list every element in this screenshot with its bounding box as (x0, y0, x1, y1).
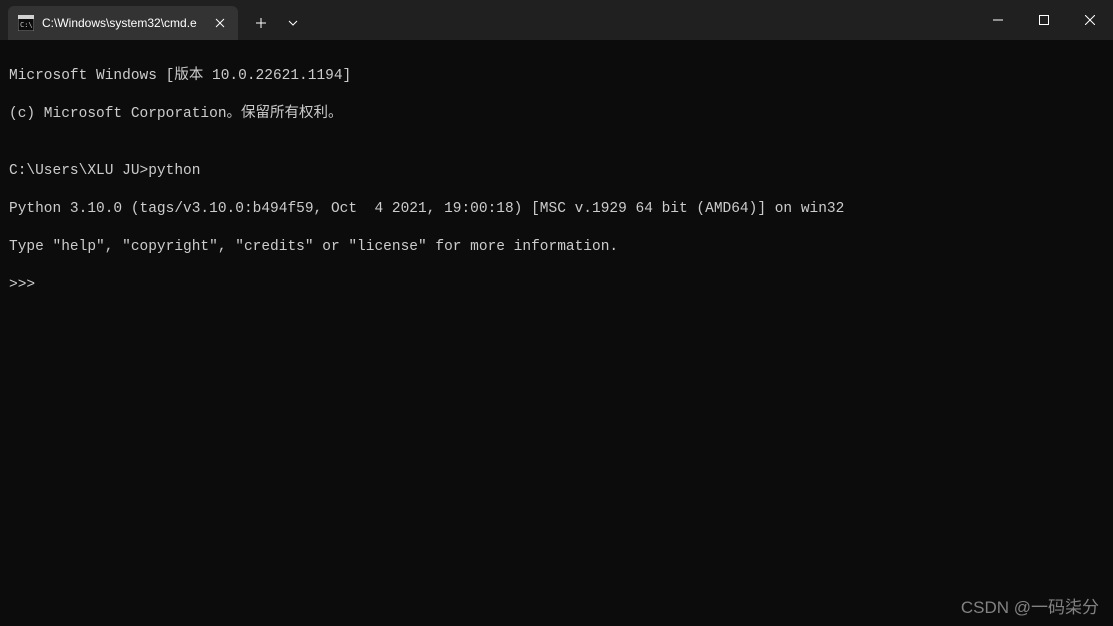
maximize-button[interactable] (1021, 0, 1067, 40)
terminal-line: Python 3.10.0 (tags/v3.10.0:b494f59, Oct… (9, 200, 1104, 219)
terminal-line: Type "help", "copyright", "credits" or "… (9, 238, 1104, 257)
tab-dropdown-button[interactable] (278, 6, 308, 40)
python-prompt: >>> (9, 276, 1104, 295)
watermark: CSDN @一码柒分 (961, 593, 1099, 618)
terminal-line: (c) Microsoft Corporation。保留所有权利。 (9, 105, 1104, 124)
terminal-line: Microsoft Windows [版本 10.0.22621.1194] (9, 67, 1104, 86)
minimize-button[interactable] (975, 0, 1021, 40)
close-window-button[interactable] (1067, 0, 1113, 40)
tab-title: C:\Windows\system32\cmd.e (42, 16, 204, 30)
tabs-area: C:\ C:\Windows\system32\cmd.e (0, 0, 975, 40)
window-controls (975, 0, 1113, 40)
new-tab-button[interactable] (244, 6, 278, 40)
svg-text:C:\: C:\ (20, 21, 33, 29)
cmd-icon: C:\ (18, 15, 34, 31)
terminal-content[interactable]: Microsoft Windows [版本 10.0.22621.1194] (… (0, 40, 1113, 322)
terminal-prompt-line: C:\Users\XLU JU>python (9, 162, 1104, 181)
tab-cmd[interactable]: C:\ C:\Windows\system32\cmd.e (8, 6, 238, 40)
tab-close-button[interactable] (212, 15, 228, 31)
titlebar: C:\ C:\Windows\system32\cmd.e (0, 0, 1113, 40)
